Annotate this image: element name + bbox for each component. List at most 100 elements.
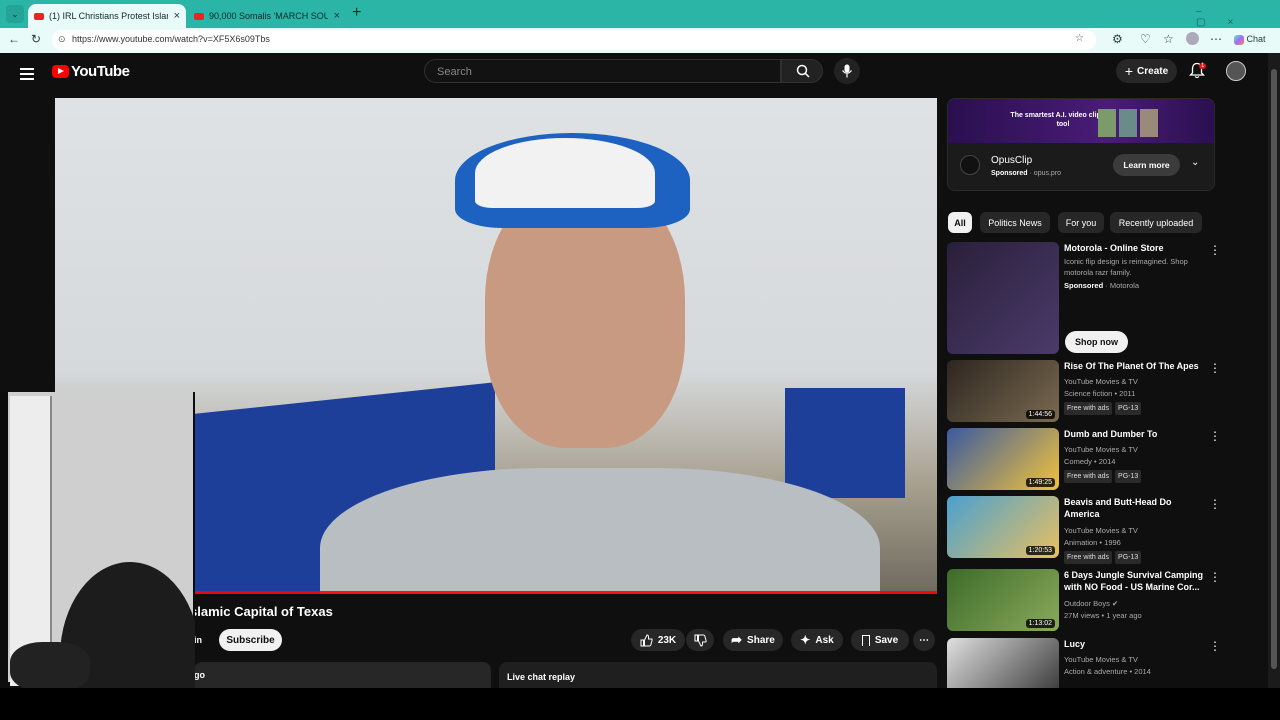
rec-title[interactable]: Rise Of The Planet Of The Apes	[1064, 360, 1204, 372]
tab-inactive[interactable]: 90,000 Somalis 'MARCH SOUTH' ×	[188, 4, 346, 28]
youtube-favicon-icon	[194, 12, 204, 20]
rec-tags: Free with ads PG-13	[1064, 551, 1144, 564]
favorites-icon[interactable]: ☆	[1163, 32, 1174, 46]
thumbnail[interactable]: 1:13:02	[947, 569, 1059, 631]
rec-title[interactable]: Motorola - Online Store	[1064, 242, 1204, 254]
ad-banner-image[interactable]: The smartest A.I. video clipping tool	[948, 99, 1214, 143]
rec-channel[interactable]: YouTube Movies & TV	[1064, 654, 1138, 665]
tab-active[interactable]: (1) IRL Christians Protest Islamic C ×	[28, 4, 186, 28]
rec-title[interactable]: 6 Days Jungle Survival Camping with NO F…	[1064, 569, 1204, 593]
thumbnail[interactable]	[947, 242, 1059, 354]
ad-brand-name[interactable]: OpusClip	[991, 155, 1032, 166]
chevron-down-icon[interactable]: ⌄	[1191, 157, 1199, 168]
new-tab-button[interactable]: +	[352, 4, 361, 22]
free-with-ads-tag: Free with ads	[1064, 402, 1113, 415]
ad-sponsored-label: Sponsored	[991, 170, 1028, 177]
recommendation-sponsored[interactable]: Motorola - Online Store Iconic flip desi…	[947, 242, 1221, 357]
rec-tags: Free with ads PG-13	[1064, 470, 1144, 483]
recommendation-item[interactable]: 1:44:56 Rise Of The Planet Of The Apes Y…	[947, 360, 1221, 424]
description-box[interactable]: go	[194, 662, 491, 689]
save-button[interactable]: Save	[851, 629, 909, 651]
search-box[interactable]	[424, 59, 781, 83]
more-vert-icon[interactable]: ⋮	[1209, 244, 1221, 256]
rec-sponsored-label: Sponsored	[1064, 281, 1104, 290]
chip-recently-uploaded[interactable]: Recently uploaded	[1110, 212, 1202, 233]
youtube-logo-icon[interactable]	[52, 65, 69, 78]
chip-for-you[interactable]: For you	[1058, 212, 1104, 233]
reload-icon[interactable]: ↻	[31, 32, 41, 46]
scrollbar-thumb[interactable]	[1271, 69, 1277, 669]
ad-domain: opus.pro	[1033, 170, 1062, 177]
dislike-button[interactable]	[686, 629, 714, 651]
recommendation-item[interactable]: 1:49:25 Dumb and Dumber To YouTube Movie…	[947, 428, 1221, 492]
rating-tag: PG-13	[1115, 551, 1142, 564]
menu-icon[interactable]	[20, 65, 34, 83]
tab-list-icon[interactable]: ⌄	[6, 5, 24, 23]
search-button[interactable]	[781, 59, 823, 83]
rec-channel-name[interactable]: Outdoor Boys	[1064, 599, 1110, 608]
live-chat-replay-header[interactable]: Live chat replay	[499, 662, 937, 689]
favorite-star-icon[interactable]: ☆	[1075, 33, 1084, 44]
extensions-icon[interactable]: ⚙	[1112, 32, 1123, 46]
more-vert-icon[interactable]: ⋮	[1209, 640, 1217, 652]
recommendation-item[interactable]: Lucy YouTube Movies & TV Action & advent…	[947, 638, 1217, 688]
address-bar[interactable]: ⊙ https://www.youtube.com/watch?v=XF5X6s…	[52, 30, 1096, 50]
notification-badge: 1	[1199, 63, 1207, 69]
shop-now-button[interactable]: Shop now	[1065, 331, 1128, 353]
recommendation-item[interactable]: 1:20:53 Beavis and Butt-Head Do America …	[947, 496, 1221, 564]
live-chat-label: Live chat replay	[507, 672, 576, 682]
chat-label: Chat	[1246, 34, 1266, 44]
recommendation-item[interactable]: 1:13:02 6 Days Jungle Survival Camping w…	[947, 569, 1221, 633]
close-tab-icon[interactable]: ×	[174, 10, 180, 22]
thumbnail[interactable]: 1:49:25	[947, 428, 1059, 490]
more-vert-icon[interactable]: ⋮	[1209, 430, 1221, 442]
rec-title[interactable]: Beavis and Butt-Head Do America	[1064, 496, 1204, 520]
url-text[interactable]: https://www.youtube.com/watch?v=XF5X6s09…	[72, 34, 270, 44]
rec-tags: Free with ads PG-13	[1064, 402, 1144, 415]
rec-title[interactable]: Lucy	[1064, 638, 1204, 650]
more-vert-icon[interactable]: ⋮	[1209, 498, 1221, 510]
bottom-black-bar	[0, 688, 1280, 720]
subscribe-button[interactable]: Subscribe	[219, 629, 282, 651]
sponsored-ad-card[interactable]: The smartest A.I. video clipping tool Op…	[947, 98, 1215, 191]
account-avatar[interactable]	[1226, 61, 1246, 81]
rec-channel[interactable]: Outdoor Boys ✔	[1064, 598, 1118, 609]
search-input[interactable]	[435, 65, 739, 79]
more-options-icon[interactable]: ⋯	[1210, 32, 1222, 46]
page-scrollbar[interactable]	[1268, 53, 1280, 688]
video-title: slamic Capital of Texas	[190, 604, 333, 619]
share-label: Share	[747, 634, 775, 646]
more-vert-icon[interactable]: ⋮	[1209, 571, 1221, 583]
thumbnail[interactable]: 1:20:53	[947, 496, 1059, 558]
profile-icon[interactable]	[1186, 32, 1199, 45]
voice-search-button[interactable]	[834, 58, 860, 84]
thumbnail[interactable]: 1:44:56	[947, 360, 1059, 422]
thumbnail[interactable]	[947, 638, 1059, 688]
ask-button[interactable]: ✦ Ask	[791, 629, 843, 651]
back-icon[interactable]: ←	[8, 32, 20, 46]
rec-channel[interactable]: YouTube Movies & TV	[1064, 525, 1138, 536]
share-button[interactable]: ➦ Share	[723, 629, 783, 651]
video-banner-right	[785, 388, 905, 498]
chip-politics-news[interactable]: Politics News	[980, 212, 1050, 233]
browser-essentials-icon[interactable]: ♡	[1140, 32, 1151, 46]
rec-channel[interactable]: YouTube Movies & TV	[1064, 444, 1138, 455]
create-button[interactable]: + Create	[1116, 59, 1177, 83]
like-button[interactable]: 23K	[631, 629, 685, 651]
join-button[interactable]: in	[194, 635, 202, 645]
youtube-favicon-icon	[34, 12, 44, 20]
tab-title: (1) IRL Christians Protest Islamic C	[49, 11, 168, 21]
site-info-icon[interactable]: ⊙	[58, 34, 66, 45]
free-with-ads-tag: Free with ads	[1064, 551, 1113, 564]
rec-title[interactable]: Dumb and Dumber To	[1064, 428, 1204, 440]
opusclip-logo-icon[interactable]	[960, 155, 980, 175]
window-controls[interactable]: –▢×	[1196, 6, 1280, 28]
rec-channel[interactable]: YouTube Movies & TV	[1064, 376, 1138, 387]
chip-all[interactable]: All	[948, 212, 972, 233]
close-tab-icon[interactable]: ×	[334, 10, 340, 22]
learn-more-button[interactable]: Learn more	[1113, 154, 1180, 176]
more-actions-button[interactable]: ⋯	[913, 629, 935, 651]
youtube-logo-text[interactable]: YouTube	[71, 63, 130, 80]
more-vert-icon[interactable]: ⋮	[1209, 362, 1221, 374]
copilot-chat-button[interactable]: Chat	[1234, 34, 1266, 45]
